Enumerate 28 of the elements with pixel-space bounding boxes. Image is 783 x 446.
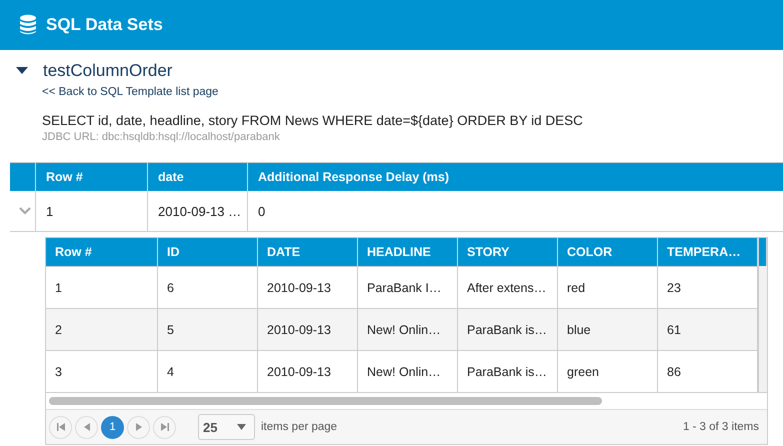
previous-page-button[interactable]	[75, 416, 98, 438]
page-size-label: items per page	[261, 421, 338, 433]
first-page-icon	[56, 423, 64, 431]
column-header[interactable]: Row #	[36, 163, 148, 191]
last-page-button[interactable]	[153, 416, 176, 438]
item-count: 1 - 3 of 3 items	[682, 421, 759, 433]
sql-query: SELECT id, date, headline, story FROM News WHERE date=${date} ORDER BY id DESC	[42, 113, 584, 128]
page-button[interactable]: 1	[101, 416, 124, 438]
last-page-icon	[160, 423, 168, 431]
first-page-button[interactable]	[49, 416, 72, 438]
chevron-icon[interactable]	[18, 207, 30, 215]
page-size-dropdown[interactable]: 25	[198, 414, 255, 440]
back-link[interactable]: << Back to SQL Template list page	[42, 86, 783, 98]
table-cell: 1	[36, 191, 148, 231]
dataset-name: testColumnOrder	[43, 61, 172, 81]
table-cell-text: 0	[257, 202, 266, 220]
table-cell: 2010-09-13 …	[148, 191, 248, 231]
database-icon	[19, 14, 37, 36]
column-header[interactable]: date	[148, 163, 248, 191]
column-header[interactable]: Additional Response Delay (ms)	[248, 163, 783, 191]
vertical-scrollbar[interactable]	[758, 266, 767, 392]
jdbc-url: JDBC URL: dbc:hsqldb:hsql://localhost/parabank	[42, 131, 281, 143]
expand-toggle-icon[interactable]	[16, 67, 28, 75]
dropdown-arrow-icon	[237, 424, 246, 430]
previous-page-icon	[84, 423, 90, 431]
page-title: SQL Data Sets	[46, 15, 163, 35]
next-page-button[interactable]	[127, 416, 150, 438]
next-page-icon	[136, 423, 142, 431]
